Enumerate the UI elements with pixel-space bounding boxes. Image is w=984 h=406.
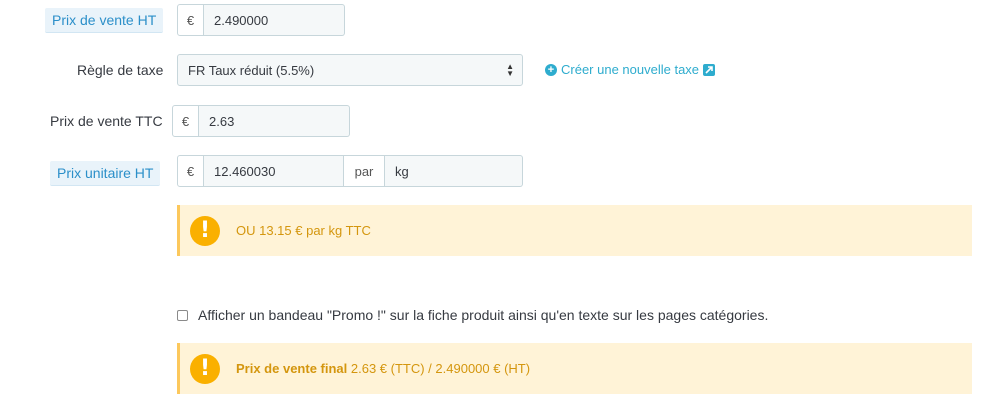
unit-price-ttc-text: OU 13.15 € par kg TTC <box>236 223 371 238</box>
plus-circle-icon: + <box>545 63 557 76</box>
final-price-values: 2.63 € (TTC) / 2.490000 € (HT) <box>350 361 531 376</box>
promo-checkbox[interactable] <box>177 309 188 321</box>
final-price-alert: ! Prix de vente final 2.63 € (TTC) / 2.4… <box>177 343 972 394</box>
price-ht-input[interactable]: 2.490000 <box>204 4 345 36</box>
promo-checkbox-label: Afficher un bandeau "Promo !" sur la fic… <box>198 307 769 323</box>
create-tax-link[interactable]: + Créer une nouvelle taxe <box>545 62 716 77</box>
exclamation-icon: ! <box>190 215 220 246</box>
final-price-text: Prix de vente final 2.63 € (TTC) / 2.490… <box>236 361 530 376</box>
currency-addon: € <box>177 4 204 36</box>
tax-rule-label: Règle de taxe <box>77 62 164 78</box>
tax-rule-selected: FR Taux réduit (5.5%) <box>188 62 315 78</box>
price-ht-input-group: € 2.490000 <box>177 4 345 36</box>
price-ttc-input[interactable]: 2.63 <box>199 105 350 137</box>
unit-price-ttc-alert: ! OU 13.15 € par kg TTC <box>177 205 972 256</box>
unit-price-input-group: € 12.460030 par kg <box>177 155 523 187</box>
create-tax-link-label: Créer une nouvelle taxe <box>561 62 700 77</box>
price-ht-label: Prix de vente HT <box>45 8 164 33</box>
unit-input[interactable]: kg <box>385 155 523 187</box>
unit-price-label: Prix unitaire HT <box>50 161 161 186</box>
currency-addon: € <box>177 155 204 187</box>
tax-rule-select[interactable]: FR Taux réduit (5.5%) ▲ ▼ <box>177 54 523 86</box>
pricing-form: Prix de vente HT € 2.490000 Règle de tax… <box>0 0 984 406</box>
promo-checkbox-row[interactable]: Afficher un bandeau "Promo !" sur la fic… <box>177 307 768 323</box>
select-arrows-icon: ▲ ▼ <box>506 62 514 78</box>
price-ttc-input-group: € 2.63 <box>172 105 350 137</box>
final-price-title: Prix de vente final <box>236 361 348 376</box>
currency-addon: € <box>172 105 199 137</box>
external-link-icon <box>703 63 716 76</box>
price-ttc-label: Prix de vente TTC <box>50 113 163 129</box>
per-addon: par <box>344 155 385 187</box>
exclamation-icon: ! <box>190 353 220 384</box>
unit-price-input[interactable]: 12.460030 <box>204 155 344 187</box>
